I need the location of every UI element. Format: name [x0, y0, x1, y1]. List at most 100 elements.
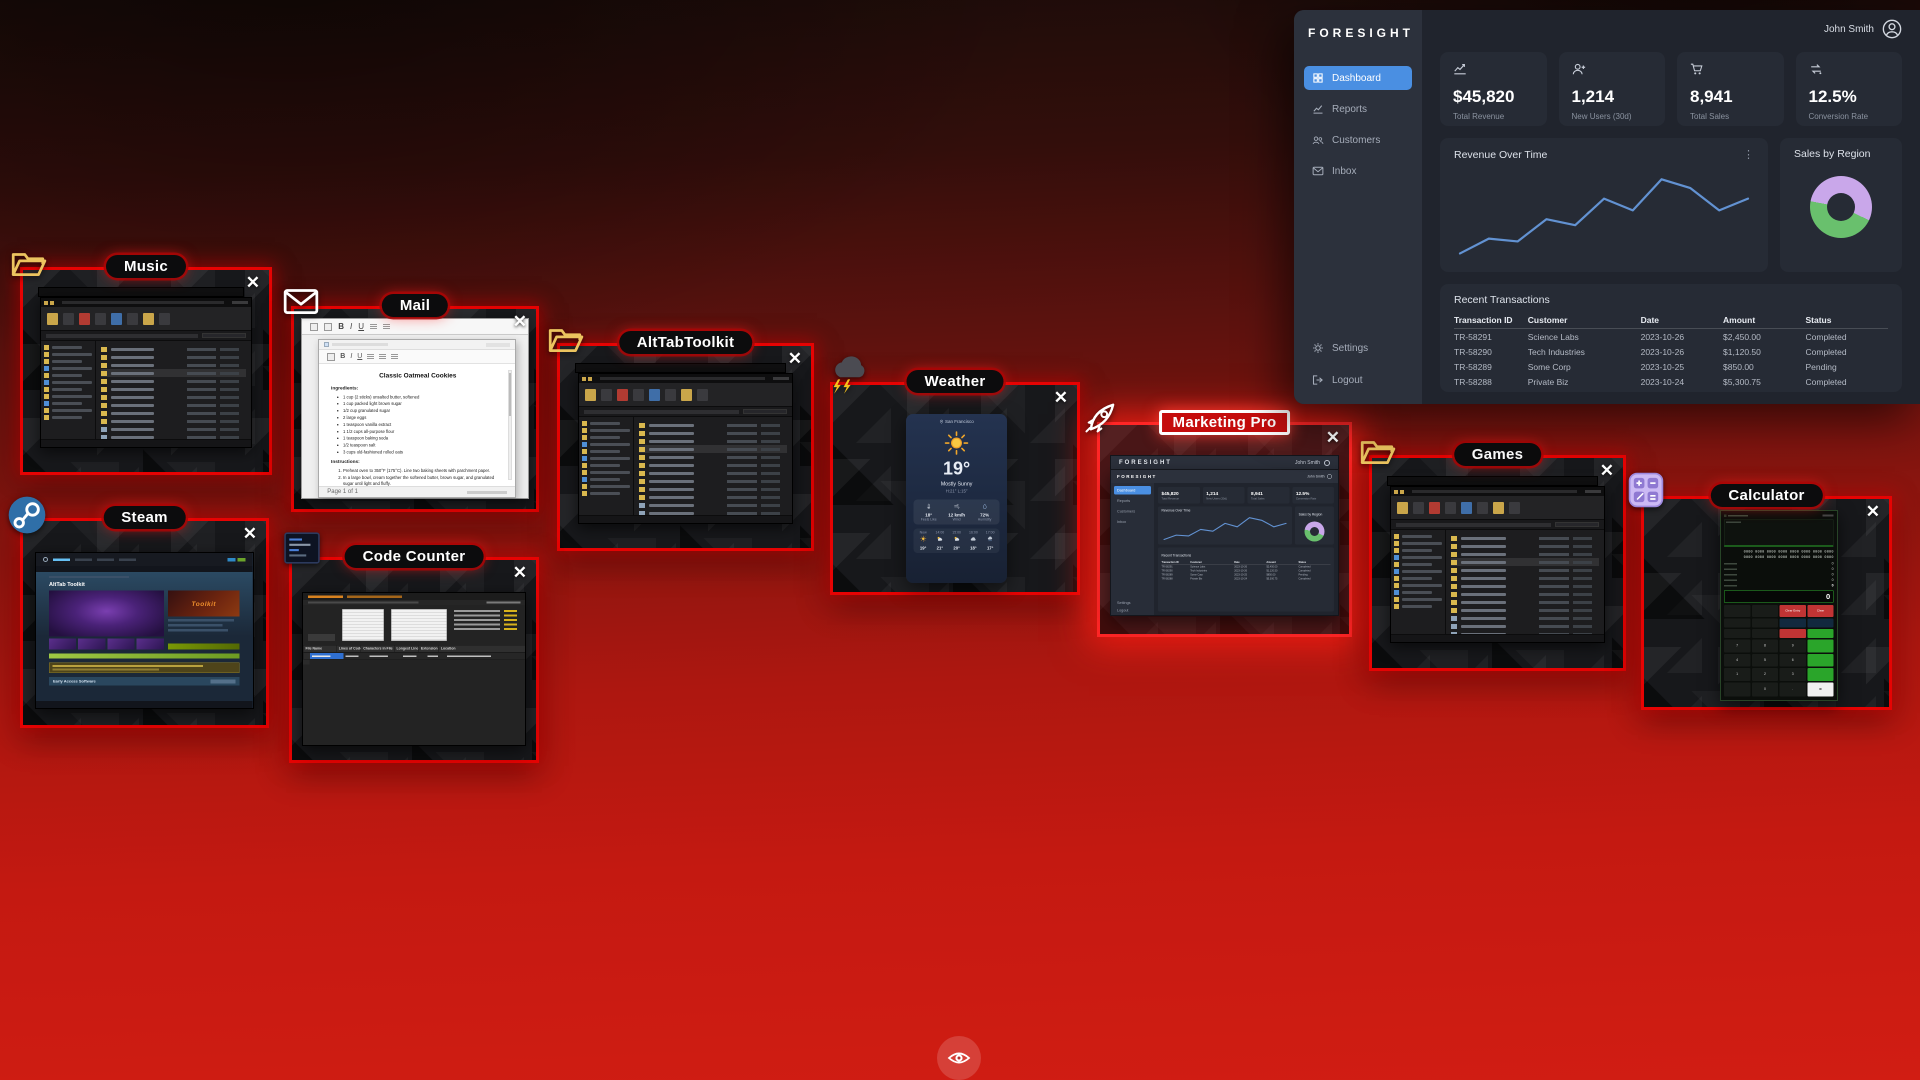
close-icon[interactable]: ✕ [513, 564, 527, 581]
tree-row [44, 393, 91, 400]
window-thumbnail-steam[interactable]: AltTab Toolkit Toolkit Early Access Soft… [20, 518, 269, 728]
explorer-address-bar [1391, 520, 1605, 530]
avatar [1327, 474, 1332, 479]
explorer-ribbon [579, 383, 793, 407]
calc-key [1752, 605, 1778, 617]
weather-stat-wind: 12 km/hWind [943, 502, 971, 521]
document-page: Classic Oatmeal Cookies Ingredients: 1 c… [319, 364, 515, 486]
revenue-chart-card: Revenue Over Time⋮ [1440, 138, 1768, 272]
file-row [639, 429, 787, 437]
explorer-titlebar [579, 374, 793, 383]
digit-key: 9 [1780, 640, 1806, 653]
sales-by-region-card: Sales by Region [1780, 138, 1902, 272]
rocket-icon [1082, 397, 1122, 437]
sales-donut-chart [1305, 521, 1325, 541]
weather-stat-feels-like: 18°Feels Like [915, 502, 943, 521]
calc-key [1752, 619, 1778, 628]
stat-cards-row: $45,820Total Revenue 1,214New Users (30d… [1440, 52, 1902, 126]
digit-key: 8 [1752, 640, 1778, 653]
sidebar-item-inbox: Inbox [1114, 517, 1151, 526]
tree-row [44, 358, 91, 365]
thumbnail-title: Weather [906, 370, 1003, 393]
close-icon[interactable]: ✕ [788, 350, 802, 367]
stat-card: 12.5%Conversion Rate [1292, 487, 1334, 504]
thumbnail-title: Calculator [1710, 484, 1822, 507]
window-thumbnail-code-counter[interactable]: File NameLines of CodeCharacters in File… [289, 557, 539, 763]
window-thumbnail-mail[interactable]: B I U B I U Classic Oatmeal Cookies Ingr… [291, 306, 539, 512]
calculator-history-area [1724, 520, 1834, 547]
explorer-folder-tree [579, 417, 635, 515]
store-screenshot-thumbs [49, 638, 164, 649]
recent-transactions-card: Recent Transactions Transaction IDCustom… [1440, 284, 1902, 392]
tree-row [1394, 603, 1443, 610]
file-explorer-window [40, 297, 252, 448]
sidebar-item-customers: Customers [1114, 507, 1151, 516]
mini-transactions-table: Transaction IDCustomerDateAmountStatusTR… [1161, 560, 1330, 581]
window-thumbnail-calculator[interactable]: 0000 0000 0000 0000 0000 0000 0000 0000 … [1641, 496, 1892, 710]
stat-card: $45,820Total Revenue [1158, 487, 1200, 504]
explorer-titlebar [1391, 487, 1605, 496]
conversion-icon [1809, 62, 1823, 76]
chart-icon [1312, 103, 1324, 115]
weather-stat-humidity: 72%Humidity [971, 502, 999, 521]
explorer-address-bar [579, 407, 793, 417]
operator-key [1807, 654, 1833, 667]
window-thumbnail-music[interactable]: Music ✕ [20, 267, 272, 475]
close-icon[interactable]: ✕ [246, 274, 260, 291]
tree-row [1394, 575, 1443, 582]
steam-icon [7, 495, 47, 535]
calc-key [1724, 683, 1750, 697]
close-icon[interactable]: ✕ [1054, 389, 1068, 406]
thumbnail-title: Music [106, 255, 186, 278]
decimal-key: . [1780, 683, 1806, 697]
stat-row [454, 628, 521, 630]
cart-icon [1690, 62, 1704, 76]
revenue-line-chart [1161, 513, 1288, 542]
window-thumbnail-alttabtoolkit[interactable]: AltTabToolkit ✕ [557, 343, 814, 551]
explorer-folder-tree [41, 341, 95, 439]
hourly-item: 17:0017° [982, 531, 999, 551]
page-indicator: Page 1 of 1 [327, 489, 358, 495]
code-counter-controls [303, 605, 526, 645]
weather-temperature: 19° [943, 458, 970, 479]
file-row [1451, 566, 1599, 574]
close-icon[interactable]: ✕ [1600, 462, 1614, 479]
weather-location: San Francisco [940, 419, 974, 424]
document-status-bar: Page 1 of 1 [319, 486, 515, 497]
tree-row [1394, 533, 1443, 540]
wind-icon [954, 503, 960, 509]
file-row [101, 361, 246, 369]
window-thumbnail-marketing-pro[interactable]: FORESIGHTJohn Smith FORESIGHT John Smith… [1097, 422, 1352, 637]
store-breadcrumb [49, 576, 129, 578]
calculator-display: 0 [1724, 591, 1834, 603]
revenue-line-chart [1454, 165, 1754, 262]
inbox-icon [1312, 165, 1324, 177]
tree-row [582, 462, 631, 469]
window-thumbnail-weather[interactable]: San Francisco 19° Mostly Sunny H:21° L:1… [830, 382, 1080, 595]
register-row: 0 [1724, 567, 1834, 572]
close-icon[interactable]: ✕ [243, 525, 257, 542]
steam-logo-icon [43, 557, 48, 562]
hourly-item: Now19° [915, 531, 932, 551]
file-row [101, 345, 246, 353]
weather-high-low: H:21° L:15° [946, 488, 968, 493]
close-icon[interactable]: ✕ [1866, 503, 1880, 520]
tree-row [44, 372, 91, 379]
weather-app-window: San Francisco 19° Mostly Sunny H:21° L:1… [906, 414, 1007, 583]
window-thumbnail-games[interactable]: Games ✕ [1369, 455, 1626, 671]
steam-footer [36, 701, 253, 708]
reveal-desktop-button[interactable] [937, 1036, 981, 1080]
close-icon[interactable]: ✕ [513, 313, 527, 330]
tree-row [44, 379, 91, 386]
close-icon[interactable]: ✕ [1326, 429, 1340, 446]
steam-client-window: AltTab Toolkit Toolkit Early Access Soft… [35, 552, 254, 709]
file-row [1451, 614, 1599, 622]
user-name: John Smith [1824, 24, 1874, 35]
choose-folder-button [308, 634, 335, 641]
tree-row [582, 420, 631, 427]
register-row: 0 [1724, 584, 1834, 589]
selected-file-row [303, 653, 526, 660]
foresight-dashboard-preview-panel[interactable]: FORESIGHT Dashboard Reports Customers In… [1294, 10, 1920, 404]
digit-key: 7 [1724, 640, 1750, 653]
digit-key: 6 [1780, 654, 1806, 667]
